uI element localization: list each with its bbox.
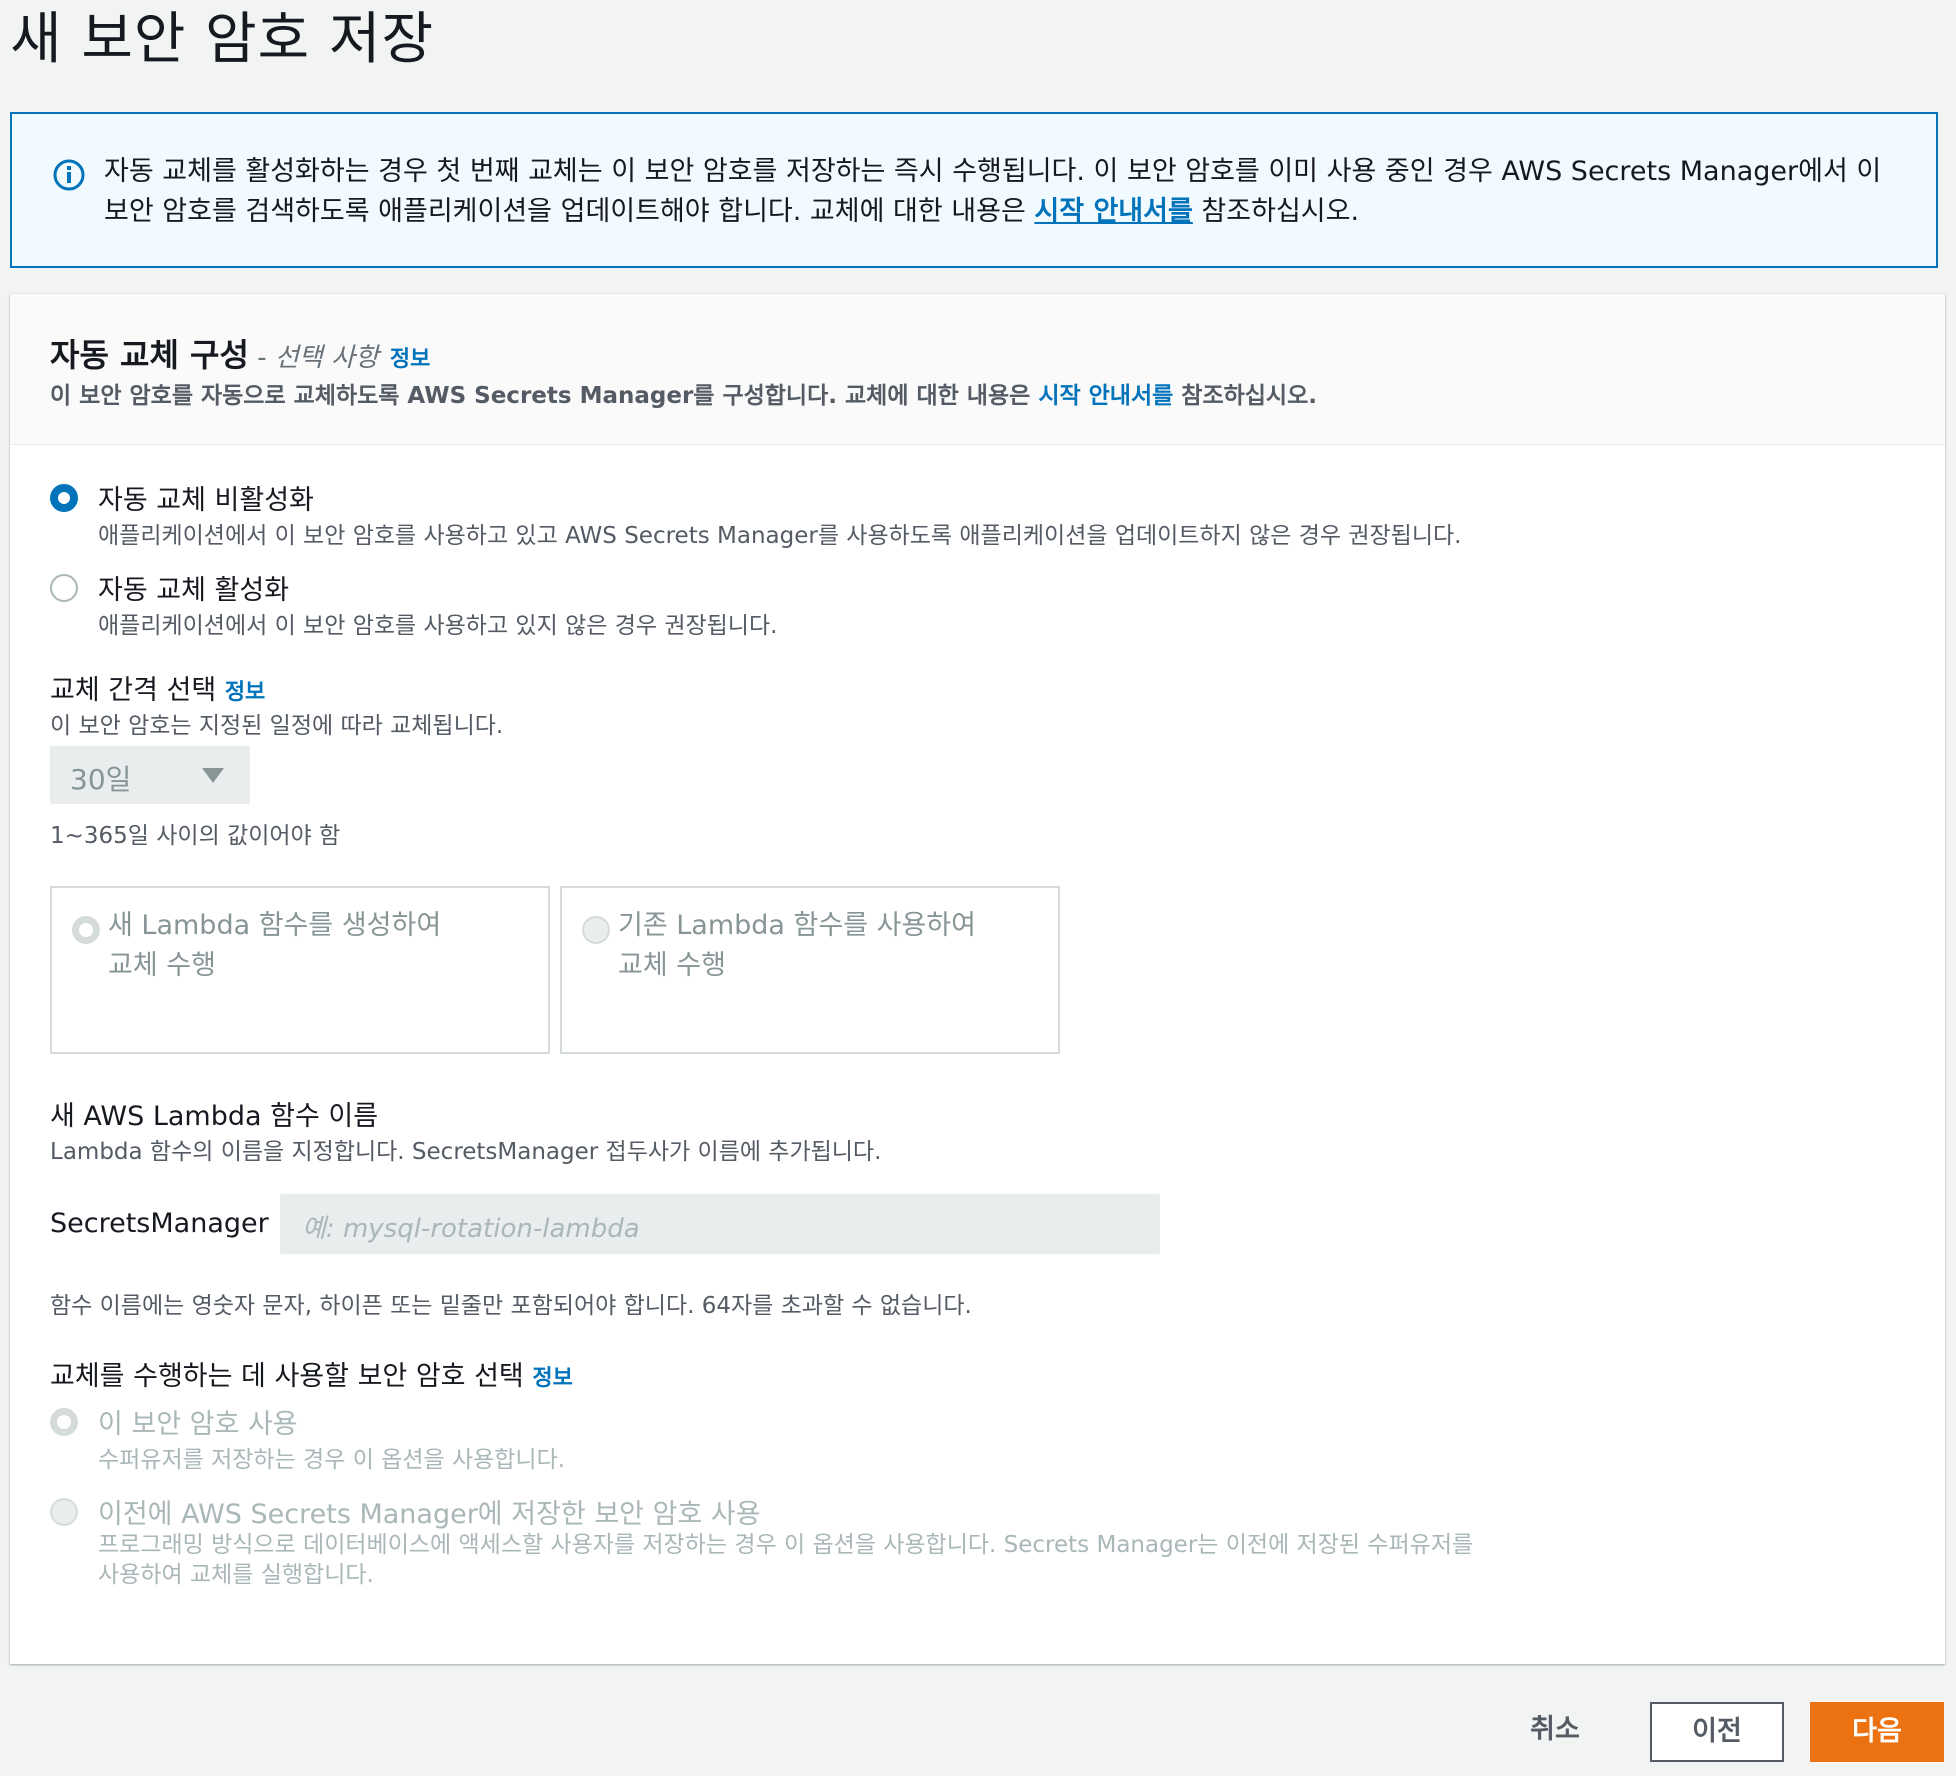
this-secret-label: 이 보안 암호 사용: [98, 1409, 298, 1440]
this-secret-desc: 수퍼유저를 저장하는 경우 이 옵션을 사용합니다.: [98, 1447, 566, 1473]
radio-existing-lambda[interactable]: [582, 916, 610, 944]
radio-disable-rotation[interactable]: [50, 484, 78, 512]
panel-title: 자동 교체 구성 - 선택 사항 정보: [50, 336, 431, 374]
previous-secret-desc: 프로그래밍 방식으로 데이터베이스에 액세스할 사용자를 저장하는 경우 이 옵…: [98, 1532, 1474, 1588]
secret-choice-info-link[interactable]: 정보: [532, 1366, 572, 1391]
interval-value: 30일: [70, 763, 132, 796]
getting-started-link[interactable]: 시작 안내서를: [1034, 196, 1192, 227]
previous-secret-label: 이전에 AWS Secrets Manager에 저장한 보안 암호 사용: [98, 1499, 761, 1530]
cancel-button[interactable]: 취소: [1510, 1702, 1600, 1758]
radio-enable-rotation[interactable]: [50, 574, 78, 602]
panel-getting-started-link[interactable]: 시작 안내서를: [1038, 383, 1173, 409]
radio-this-secret[interactable]: [50, 1408, 78, 1436]
previous-button[interactable]: 이전: [1650, 1702, 1784, 1762]
caret-down-icon: [202, 768, 224, 783]
enable-rotation-label: 자동 교체 활성화: [98, 575, 290, 606]
tile-existing-lambda[interactable]: 기존 Lambda 함수를 사용하여 교체 수행: [560, 886, 1060, 1054]
tile-new-lambda[interactable]: 새 Lambda 함수를 생성하여 교체 수행: [50, 886, 550, 1054]
lambda-name-placeholder: 예: mysql-rotation-lambda: [302, 1214, 640, 1244]
lambda-name-label: 새 AWS Lambda 함수 이름: [50, 1101, 379, 1132]
interval-select[interactable]: 30일: [50, 746, 250, 804]
disable-rotation-label: 자동 교체 비활성화: [98, 485, 314, 516]
secret-choice-label: 교체를 수행하는 데 사용할 보안 암호 선택 정보: [50, 1361, 573, 1392]
disable-rotation-desc: 애플리케이션에서 이 보안 암호를 사용하고 있고 AWS Secrets Ma…: [98, 523, 1462, 549]
interval-desc: 이 보안 암호는 지정된 일정에 따라 교체됩니다.: [50, 713, 504, 739]
lambda-name-prefix: SecretsManager: [50, 1208, 269, 1239]
lambda-name-desc: Lambda 함수의 이름을 지정합니다. SecretsManager 접두사…: [50, 1139, 882, 1165]
interval-label: 교체 간격 선택 정보: [50, 675, 266, 706]
enable-rotation-desc: 애플리케이션에서 이 보안 암호를 사용하고 있지 않은 경우 권장됩니다.: [98, 613, 778, 639]
lambda-name-hint: 함수 이름에는 영숫자 문자, 하이픈 또는 밑줄만 포함되어야 합니다. 64…: [50, 1293, 972, 1319]
info-alert: 자동 교체를 활성화하는 경우 첫 번째 교체는 이 보안 암호를 저장하는 즉…: [10, 112, 1938, 268]
radio-previous-secret[interactable]: [50, 1498, 78, 1526]
panel-header: 자동 교체 구성 - 선택 사항 정보 이 보안 암호를 자동으로 교체하도록 …: [10, 294, 1945, 445]
tile-new-lambda-label: 새 Lambda 함수를 생성하여 교체 수행: [108, 910, 442, 981]
optional-label: - 선택 사항: [248, 343, 379, 373]
lambda-name-input[interactable]: 예: mysql-rotation-lambda: [280, 1194, 1160, 1254]
info-icon: [53, 159, 85, 191]
page-title: 새 보안 암호 저장: [10, 7, 435, 72]
info-link[interactable]: 정보: [390, 347, 430, 372]
interval-info-link[interactable]: 정보: [225, 680, 265, 705]
panel-description: 이 보안 암호를 자동으로 교체하도록 AWS Secrets Manager를…: [50, 383, 1317, 409]
radio-new-lambda[interactable]: [72, 916, 100, 944]
tile-existing-lambda-label: 기존 Lambda 함수를 사용하여 교체 수행: [618, 910, 977, 981]
interval-hint: 1~365일 사이의 값이어야 함: [50, 823, 341, 849]
next-button[interactable]: 다음: [1810, 1702, 1944, 1762]
alert-text: 자동 교체를 활성화하는 경우 첫 번째 교체는 이 보안 암호를 저장하는 즉…: [104, 156, 1882, 227]
rotation-config-panel: 자동 교체 구성 - 선택 사항 정보 이 보안 암호를 자동으로 교체하도록 …: [10, 294, 1945, 1664]
